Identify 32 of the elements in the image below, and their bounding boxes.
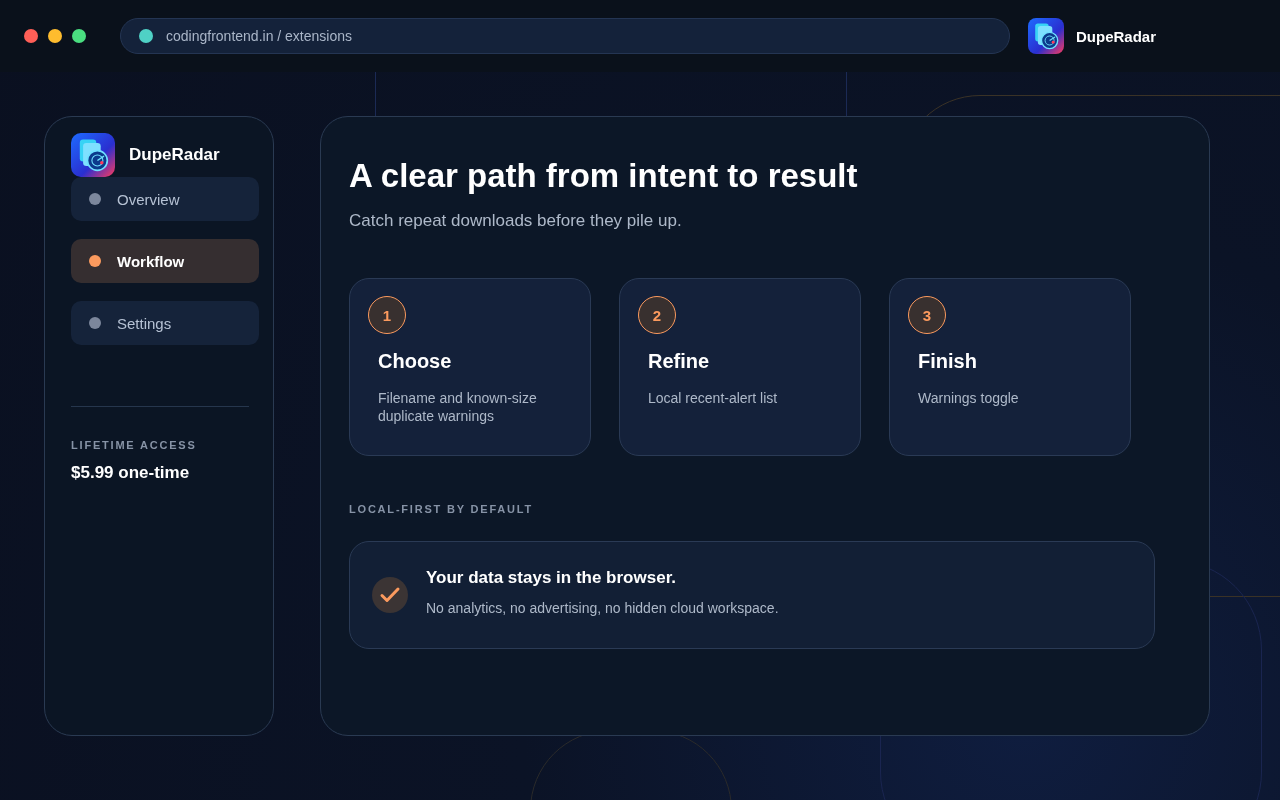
radar-logo-icon (1028, 18, 1064, 54)
bullet-icon (89, 193, 101, 205)
step-title: Finish (918, 350, 978, 373)
page-title: A clear path from intent to result (349, 157, 859, 195)
step-title: Refine (648, 350, 711, 373)
step-number: 3 (908, 296, 946, 334)
step-title: Choose (378, 350, 453, 373)
step-description: Filename and known-size duplicate warnings (378, 389, 538, 425)
maximize-window-button[interactable] (72, 29, 86, 43)
notice-text: No analytics, no advertising, no hidden cloud workspace. (426, 600, 779, 616)
nav-item[interactable]: Workflow (71, 239, 259, 283)
close-window-button[interactable] (24, 29, 38, 43)
step-description: Local recent-alert list (648, 389, 779, 407)
nav-item[interactable]: Settings (71, 301, 259, 345)
notice-title: Your data stays in the browser. (426, 568, 678, 588)
url-text: codingfrontend.in / extensions (166, 28, 352, 44)
nav-item[interactable]: Overview (71, 177, 259, 221)
plan-label: LIFETIME ACCESS (71, 439, 198, 451)
bullet-icon (89, 317, 101, 329)
brand-name: DupeRadar (129, 145, 220, 165)
bullet-icon (89, 255, 101, 267)
step-number: 1 (368, 296, 406, 334)
step-description: Warnings toggle (918, 389, 1020, 407)
radar-logo-icon (71, 133, 115, 177)
section-label: LOCAL-FIRST BY DEFAULT (349, 503, 535, 515)
page-subtitle: Catch repeat downloads before they pile up. (349, 211, 683, 231)
plan-price: $5.99 one-time (71, 463, 191, 483)
address-bar[interactable]: codingfrontend.in / extensions (120, 18, 1010, 54)
status-dot-icon (139, 29, 153, 43)
minimize-window-button[interactable] (48, 29, 62, 43)
step-number: 2 (638, 296, 676, 334)
extension-name: DupeRadar (1076, 27, 1157, 45)
